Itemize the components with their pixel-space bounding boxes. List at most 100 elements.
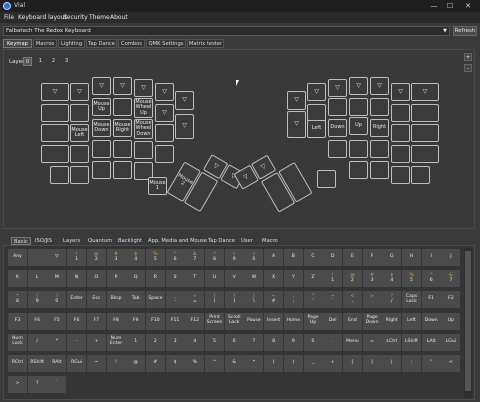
keycode-button[interactable]: Num Lock: [8, 333, 27, 351]
keycode-button[interactable]: 3: [165, 333, 185, 351]
keycode-button[interactable]: D: [323, 249, 343, 266]
tab-combos[interactable]: Combos: [118, 39, 145, 48]
key[interactable]: [70, 104, 89, 122]
keycode-button[interactable]: (: [264, 355, 284, 372]
key[interactable]: [70, 83, 89, 101]
keycode-button[interactable]: X: [264, 270, 284, 288]
keycode-button[interactable]: ~: [86, 355, 106, 372]
keycode-button[interactable]: ▽: [47, 249, 67, 266]
keycode-button[interactable]: ^: [205, 355, 224, 372]
keycode-button[interactable]: Left: [402, 312, 421, 330]
keycode-button[interactable]: Num Enter: [106, 333, 126, 351]
keycode-button[interactable]: ? /: [382, 291, 402, 309]
keycode-button[interactable]: Up: [441, 312, 461, 330]
key[interactable]: [113, 77, 132, 95]
keycode-button[interactable]: 8: [264, 333, 284, 351]
keycode-button[interactable]: Any: [8, 249, 27, 266]
key[interactable]: [391, 145, 410, 163]
keycode-button[interactable]: Bksp: [106, 291, 126, 309]
key[interactable]: [349, 161, 368, 179]
keycode-button[interactable]: 6: [224, 333, 244, 351]
keycode-button[interactable]: Caps Lock: [402, 291, 421, 309]
key[interactable]: [41, 145, 69, 163]
keycode-button[interactable]: #3: [362, 270, 382, 288]
keycode-button[interactable]: RCtrl: [8, 355, 27, 372]
keycode-button[interactable]: F7: [86, 312, 106, 330]
key[interactable]: [92, 161, 111, 179]
keyboard-select[interactable]: Falbatech The Redox Keyboard ▼: [3, 26, 450, 36]
keycode-button[interactable]: =: [362, 333, 382, 351]
keycode-button[interactable]: F12: [185, 312, 205, 330]
keycode-button[interactable]: @2: [86, 249, 106, 266]
keycode-button[interactable]: 1: [126, 333, 146, 351]
tab-lighting[interactable]: Lighting: [58, 39, 85, 48]
keycode-button[interactable]: H: [402, 249, 421, 266]
key[interactable]: [411, 83, 439, 101]
keycode-button[interactable]: %: [185, 355, 205, 372]
palette-tab-basic[interactable]: Basic: [11, 237, 31, 245]
keycode-button[interactable]: [27, 249, 47, 266]
key[interactable]: [411, 104, 439, 122]
key[interactable]: [175, 114, 194, 139]
keycode-button[interactable]: S: [165, 270, 185, 288]
zoom-out-button[interactable]: -: [464, 64, 472, 72]
key[interactable]: [92, 140, 111, 158]
keycode-button[interactable]: LAlt: [421, 333, 441, 351]
keycode-button[interactable]: 0: [303, 333, 323, 351]
keycode-button[interactable]: T: [185, 270, 205, 288]
menu-security[interactable]: Security: [63, 14, 88, 21]
keycode-button[interactable]: LCtrl: [382, 333, 402, 351]
keycode-button[interactable]: V: [224, 270, 244, 288]
key[interactable]: [41, 104, 69, 122]
keycode-button[interactable]: ?: [27, 376, 47, 394]
keycode-button[interactable]: C: [303, 249, 323, 266]
tab-tap-dance[interactable]: Tap Dance: [86, 39, 117, 48]
keycode-button[interactable]: I: [421, 249, 441, 266]
keycode-button[interactable]: *: [244, 355, 264, 372]
keycode-button[interactable]: F2: [441, 291, 461, 309]
keycode-button[interactable]: LGui: [441, 333, 461, 351]
keycode-button[interactable]: ~ `: [323, 291, 343, 309]
keycode-button[interactable]: 7: [244, 333, 264, 351]
keycode-button[interactable]: *: [47, 333, 67, 351]
keycode-button[interactable]: $: [165, 355, 185, 372]
menu-file[interactable]: File: [4, 14, 14, 21]
keycode-button[interactable]: F1: [421, 291, 441, 309]
minimize-button[interactable]: —: [428, 1, 440, 11]
tab-keymap[interactable]: Keymap: [3, 39, 32, 48]
key-left[interactable]: Left: [307, 120, 326, 138]
key[interactable]: [411, 166, 430, 184]
keycode-button[interactable]: }: [362, 355, 382, 372]
keycode-button[interactable]: RGui: [67, 355, 87, 372]
key[interactable]: [175, 91, 194, 110]
keycode-button[interactable]: <,: [342, 291, 362, 309]
key[interactable]: [113, 98, 132, 116]
keycode-button[interactable]: & 7: [185, 249, 205, 266]
keycode-button[interactable]: Right: [382, 312, 402, 330]
keycode-button[interactable]: Down: [421, 312, 441, 330]
keycode-button[interactable]: !: [106, 355, 126, 372]
key[interactable]: [50, 166, 69, 184]
keycode-button[interactable]: .: [323, 333, 343, 351]
key[interactable]: [70, 166, 89, 184]
keycode-button[interactable]: R: [145, 270, 165, 288]
key-up[interactable]: Up: [349, 117, 368, 135]
keycode-button[interactable]: Home: [283, 312, 303, 330]
keycode-button[interactable]: ! 1: [323, 270, 343, 288]
keycode-button[interactable]: &: [224, 355, 244, 372]
keycode-button[interactable]: N: [67, 270, 87, 288]
close-button[interactable]: ✕: [462, 1, 474, 11]
key[interactable]: [307, 83, 326, 101]
keycode-button[interactable]: F: [362, 249, 382, 266]
tab-matrix-tester[interactable]: Matrix tester: [187, 39, 224, 48]
keycode-button[interactable]: Del: [323, 312, 343, 330]
keycode-button[interactable]: Pause: [244, 312, 264, 330]
keycode-button[interactable]: K: [8, 270, 27, 288]
palette-tab-user[interactable]: User: [239, 237, 255, 245]
key[interactable]: [155, 124, 174, 142]
palette-tab-quantum[interactable]: Quantum: [86, 237, 114, 245]
keycode-button[interactable]: Menu: [342, 333, 362, 351]
key-mouse-down[interactable]: Mouse Down: [92, 119, 111, 137]
keycode-button[interactable]: ^ 6: [421, 270, 441, 288]
key[interactable]: [328, 79, 347, 97]
